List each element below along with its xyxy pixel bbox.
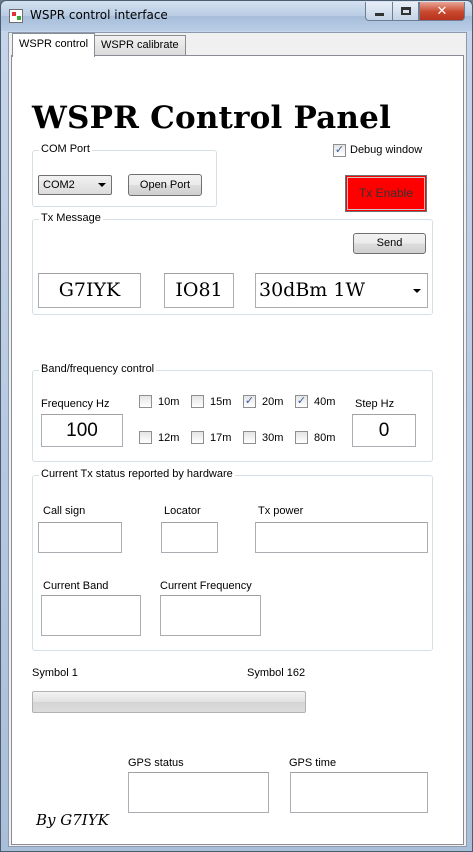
window-title: WSPR control interface xyxy=(30,8,168,22)
step-input[interactable]: 0 xyxy=(352,414,416,447)
band-20m-label: 20m xyxy=(262,396,284,408)
status-locator-label: Locator xyxy=(164,505,201,517)
band-15m-checkbox[interactable] xyxy=(191,395,204,408)
band-10m-label: 10m xyxy=(158,396,180,408)
band-frequency-group-title: Band/frequency control xyxy=(39,363,157,375)
page-title: WSPR Control Panel xyxy=(32,100,392,136)
client-area: WSPR control WSPR calibrate WSPR Control… xyxy=(8,32,467,847)
band-20m-checkbox[interactable]: ✓ xyxy=(243,395,256,408)
band-80m-label: 80m xyxy=(314,432,336,444)
band-15m-label: 15m xyxy=(210,396,232,408)
status-frequency-field xyxy=(160,595,261,636)
symbol-end-label: Symbol 162 xyxy=(247,667,306,679)
debug-window-label: Debug window xyxy=(350,144,423,156)
chevron-down-icon xyxy=(98,183,106,187)
step-label: Step Hz xyxy=(355,398,395,410)
tx-status-group-title: Current Tx status reported by hardware xyxy=(39,468,235,480)
maximize-icon xyxy=(400,7,411,15)
tx-power-selected-value: 30dBm 1W xyxy=(259,279,365,301)
band-40m-label: 40m xyxy=(314,396,336,408)
open-port-button[interactable]: Open Port xyxy=(128,174,202,196)
maximize-button[interactable] xyxy=(392,2,419,21)
symbol-start-label: Symbol 1 xyxy=(32,667,78,679)
tab-page-wspr-control: WSPR Control Panel COM Port COM2 Open Po… xyxy=(11,55,464,845)
com-port-group-title: COM Port xyxy=(39,143,92,155)
status-power-label: Tx power xyxy=(258,505,304,517)
app-window: WSPR control interface ✕ WSPR control WS… xyxy=(0,0,473,852)
title-bar[interactable]: WSPR control interface ✕ xyxy=(1,1,472,31)
close-icon: ✕ xyxy=(436,3,448,18)
band-40m-checkbox[interactable]: ✓ xyxy=(295,395,308,408)
gps-status-label: GPS status xyxy=(128,757,184,769)
debug-window-checkbox[interactable]: ✓ xyxy=(333,144,346,157)
band-80m-checkbox[interactable] xyxy=(295,431,308,444)
band-10m-checkbox[interactable] xyxy=(139,395,152,408)
band-17m-label: 17m xyxy=(210,432,232,444)
chevron-down-icon xyxy=(413,288,421,293)
tab-wspr-calibrate[interactable]: WSPR calibrate xyxy=(94,35,186,56)
band-17m-checkbox[interactable] xyxy=(191,431,204,444)
com-port-select[interactable]: COM2 xyxy=(38,175,112,195)
tx-enable-button[interactable]: Tx Enable xyxy=(345,175,427,212)
tx-power-select[interactable]: 30dBm 1W xyxy=(255,273,428,308)
status-band-field xyxy=(41,595,141,636)
tab-wspr-control[interactable]: WSPR control xyxy=(12,33,96,57)
send-button[interactable]: Send xyxy=(353,233,426,254)
status-callsign-field xyxy=(38,522,122,553)
minimize-button[interactable] xyxy=(365,2,393,21)
status-band-label: Current Band xyxy=(43,580,109,592)
locator-input[interactable]: IO81 xyxy=(164,273,234,308)
band-30m-checkbox[interactable] xyxy=(243,431,256,444)
tx-enable-label: Tx Enable xyxy=(358,186,414,200)
status-power-field xyxy=(255,522,428,553)
tx-message-group-title: Tx Message xyxy=(39,212,103,224)
frequency-label: Frequency Hz xyxy=(41,398,110,410)
author-signature: By G7IYK xyxy=(36,811,109,829)
gps-time-label: GPS time xyxy=(289,757,337,769)
band-30m-label: 30m xyxy=(262,432,284,444)
app-icon xyxy=(9,9,23,23)
callsign-input[interactable]: G7IYK xyxy=(38,273,141,308)
gps-status-field xyxy=(128,772,269,813)
status-locator-field xyxy=(161,522,218,553)
band-12m-label: 12m xyxy=(158,432,180,444)
status-callsign-label: Call sign xyxy=(43,505,86,517)
symbol-progress-bar xyxy=(32,691,306,713)
gps-time-field xyxy=(290,772,428,813)
band-12m-checkbox[interactable] xyxy=(139,431,152,444)
com-port-selected-value: COM2 xyxy=(43,179,75,191)
status-frequency-label: Current Frequency xyxy=(160,580,252,592)
close-button[interactable]: ✕ xyxy=(419,2,465,21)
frequency-input[interactable]: 100 xyxy=(41,414,123,447)
minimize-icon xyxy=(374,13,384,16)
